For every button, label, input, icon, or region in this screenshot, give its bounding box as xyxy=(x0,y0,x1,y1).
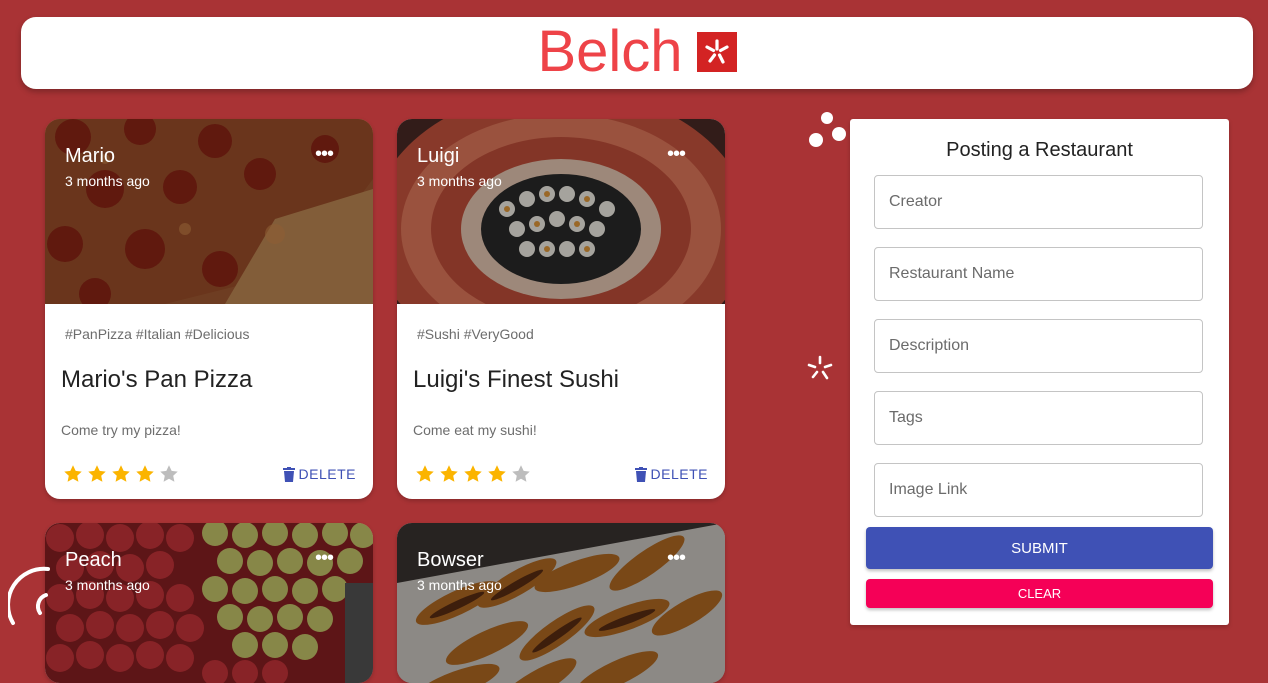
delete-label: DELETE xyxy=(650,466,708,482)
post-creator: Peach xyxy=(65,549,122,571)
delete-button[interactable]: DELETE xyxy=(634,466,708,482)
post-time: 3 months ago xyxy=(65,173,150,189)
more-horiz-icon[interactable]: ••• xyxy=(667,144,686,164)
post-creator: Mario xyxy=(65,145,116,167)
post-description: Come eat my sushi! xyxy=(413,422,537,438)
post-creator: Luigi xyxy=(417,145,460,167)
more-horiz-icon[interactable]: ••• xyxy=(667,548,686,568)
app-header: Belch xyxy=(21,17,1253,89)
tags-field[interactable] xyxy=(874,391,1203,445)
submit-button[interactable]: SUBMIT xyxy=(866,527,1213,569)
star-icon[interactable] xyxy=(462,463,484,485)
post-time: 3 months ago xyxy=(417,577,502,593)
decorative-spark-icon xyxy=(807,355,833,380)
post-image: Mario 3 months ago ••• xyxy=(45,119,373,304)
more-horiz-icon[interactable]: ••• xyxy=(315,144,334,164)
star-icon[interactable] xyxy=(86,463,108,485)
yelp-burst-icon xyxy=(696,32,737,72)
decorative-dots-icon xyxy=(809,112,846,147)
star-rating[interactable] xyxy=(62,463,180,485)
star-rating[interactable] xyxy=(414,463,532,485)
post-restaurant-form: Posting a Restaurant SUBMIT CLEAR xyxy=(850,119,1229,625)
star-icon[interactable] xyxy=(110,463,132,485)
form-title: Posting a Restaurant xyxy=(946,139,1133,161)
trash-icon xyxy=(634,466,647,482)
post-image: Bowser 3 months ago ••• xyxy=(397,523,725,683)
post-creator: Bowser xyxy=(417,549,484,571)
post-tags: #Sushi #VeryGood xyxy=(417,326,534,342)
post-tags: #PanPizza #Italian #Delicious xyxy=(65,326,250,342)
star-icon[interactable] xyxy=(414,463,436,485)
post-time: 3 months ago xyxy=(65,577,150,593)
star-icon[interactable] xyxy=(438,463,460,485)
star-icon[interactable] xyxy=(62,463,84,485)
post-title: Luigi's Finest Sushi xyxy=(413,366,620,393)
more-horiz-icon[interactable]: ••• xyxy=(315,548,334,568)
post-card: Peach 3 months ago ••• xyxy=(45,523,373,683)
decorative-arc-icon xyxy=(8,566,50,625)
description-field[interactable] xyxy=(874,319,1203,373)
star-icon[interactable] xyxy=(486,463,508,485)
post-image: Peach 3 months ago ••• xyxy=(45,523,373,683)
post-title: Mario's Pan Pizza xyxy=(61,366,253,393)
brand-title[interactable]: Belch xyxy=(537,23,682,81)
star-icon[interactable] xyxy=(510,463,532,485)
post-time: 3 months ago xyxy=(417,173,502,189)
post-image: Luigi 3 months ago ••• xyxy=(397,119,725,304)
creator-field[interactable] xyxy=(874,175,1203,229)
clear-button[interactable]: CLEAR xyxy=(866,579,1213,608)
delete-label: DELETE xyxy=(298,466,356,482)
delete-button[interactable]: DELETE xyxy=(282,466,356,482)
post-card: Luigi 3 months ago ••• #Sushi #VeryGood … xyxy=(397,119,725,499)
post-description: Come try my pizza! xyxy=(61,422,181,438)
restaurant-name-field[interactable] xyxy=(874,247,1203,301)
post-card: Mario 3 months ago ••• #PanPizza #Italia… xyxy=(45,119,373,499)
post-card: Bowser 3 months ago ••• xyxy=(397,523,725,683)
image-link-field[interactable] xyxy=(874,463,1203,517)
star-icon[interactable] xyxy=(134,463,156,485)
star-icon[interactable] xyxy=(158,463,180,485)
trash-icon xyxy=(282,466,295,482)
